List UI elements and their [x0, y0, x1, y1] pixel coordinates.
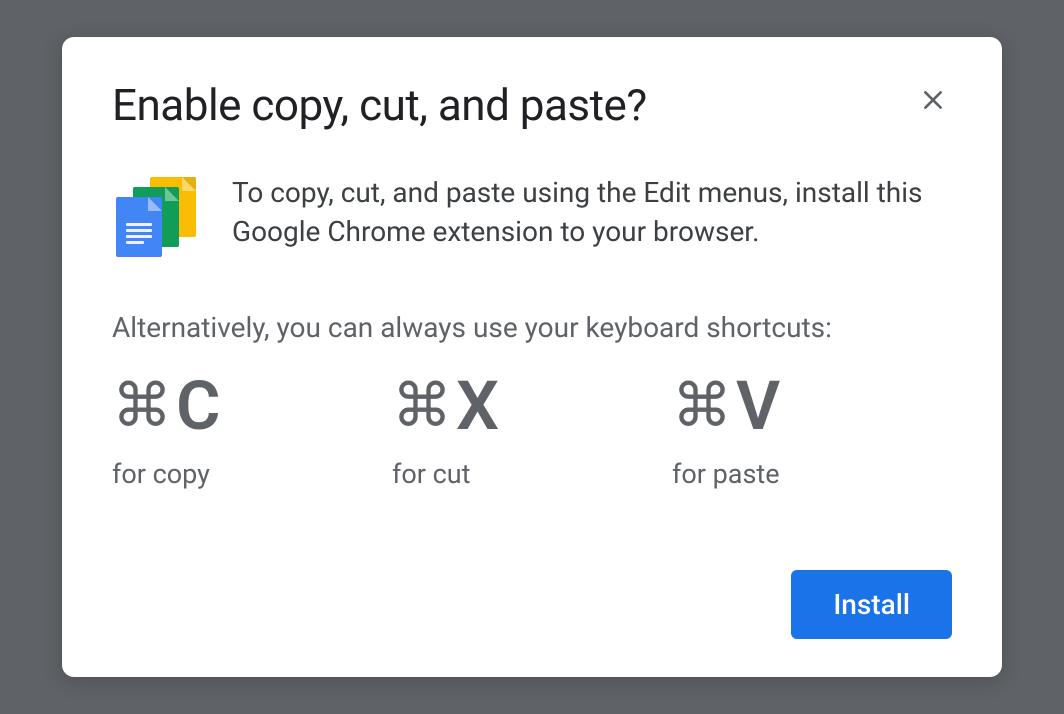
- dialog-header: Enable copy, cut, and paste?: [112, 79, 952, 131]
- google-editors-icon: [112, 177, 194, 259]
- shortcut-cut: ⌘X for cut: [392, 372, 672, 490]
- shortcut-key: V: [736, 372, 782, 440]
- shortcut-paste: ⌘V for paste: [672, 372, 952, 490]
- dialog-footer: Install: [112, 570, 952, 639]
- intro-text: To copy, cut, and paste using the Edit m…: [232, 173, 952, 251]
- command-icon: ⌘: [392, 376, 454, 436]
- close-icon: [920, 87, 946, 113]
- shortcut-label-copy: for copy: [112, 458, 392, 490]
- shortcut-label-paste: for paste: [672, 458, 952, 490]
- shortcut-keys-cut: ⌘X: [392, 372, 672, 440]
- shortcut-keys-paste: ⌘V: [672, 372, 952, 440]
- command-icon: ⌘: [672, 376, 734, 436]
- shortcut-copy: ⌘C for copy: [112, 372, 392, 490]
- intro-row: To copy, cut, and paste using the Edit m…: [112, 173, 952, 259]
- shortcut-key: C: [176, 372, 222, 440]
- alternative-text: Alternatively, you can always use your k…: [112, 311, 952, 344]
- shortcut-keys-copy: ⌘C: [112, 372, 392, 440]
- shortcuts-row: ⌘C for copy ⌘X for cut ⌘V for paste: [112, 372, 952, 490]
- clipboard-dialog: Enable copy, cut, and paste? To copy, cu…: [62, 37, 1002, 677]
- install-button[interactable]: Install: [791, 570, 952, 639]
- shortcut-key: X: [456, 372, 501, 440]
- shortcut-label-cut: for cut: [392, 458, 672, 490]
- command-icon: ⌘: [112, 376, 174, 436]
- close-button[interactable]: [914, 81, 952, 119]
- dialog-title: Enable copy, cut, and paste?: [112, 79, 647, 131]
